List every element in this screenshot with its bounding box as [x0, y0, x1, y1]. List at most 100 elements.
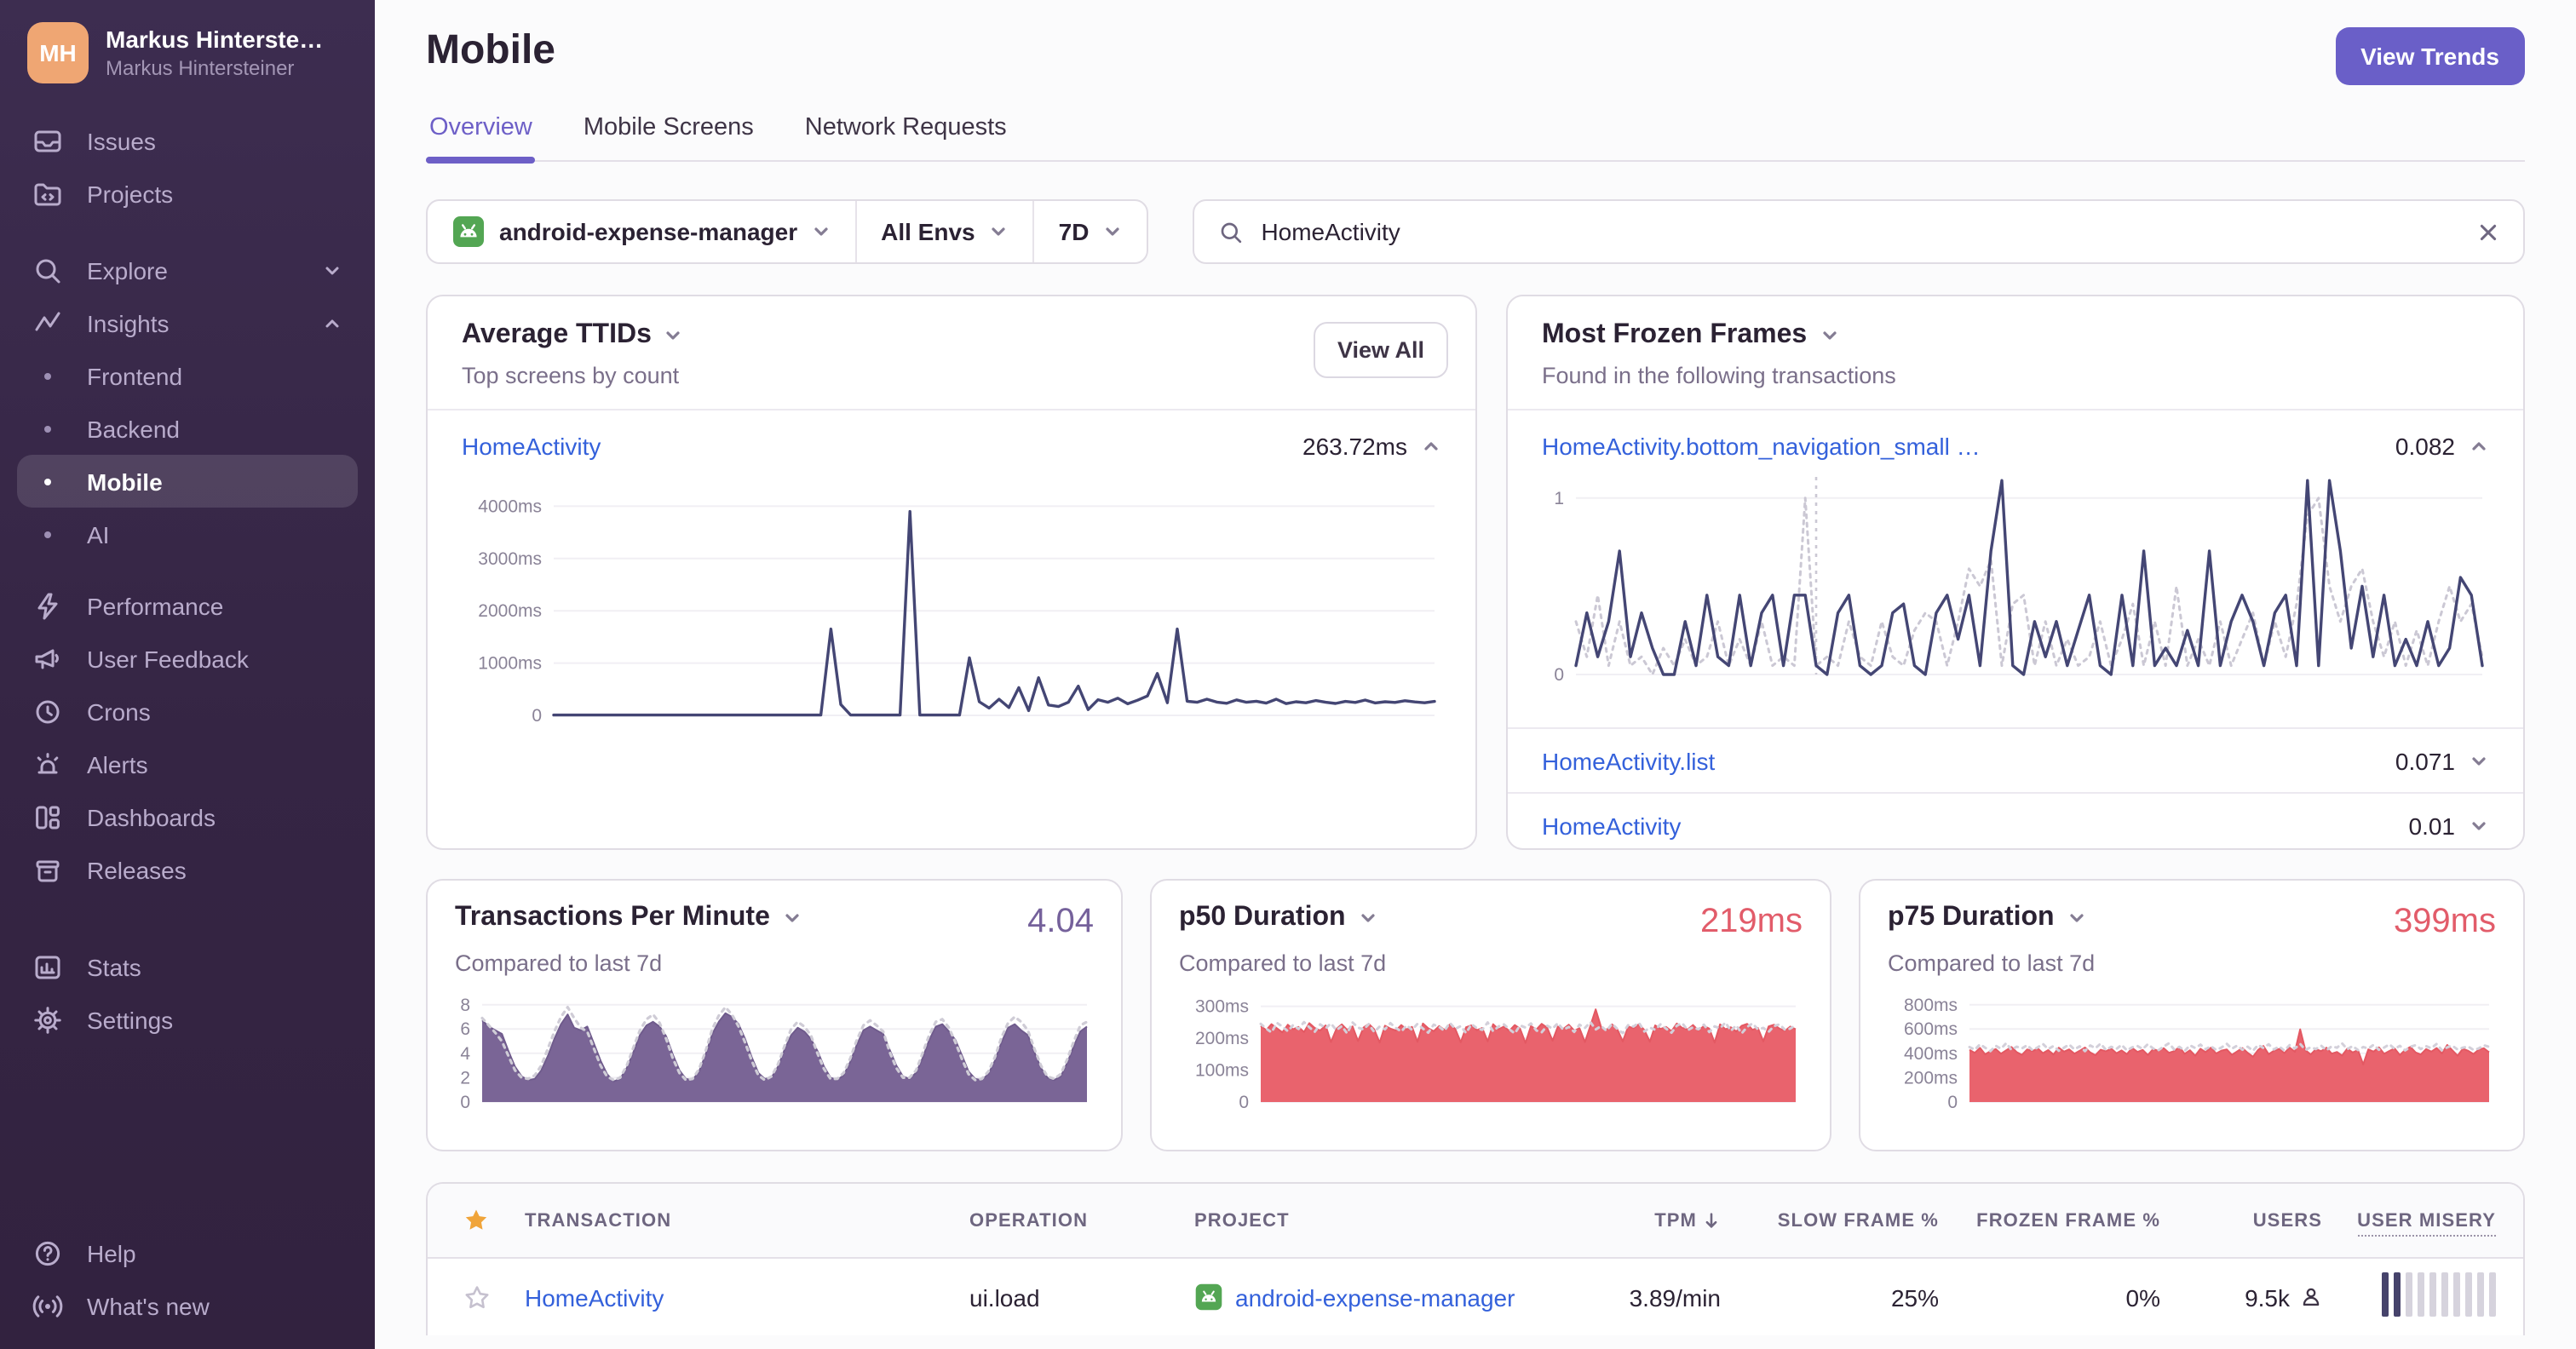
- project-selector[interactable]: android-expense-manager: [428, 201, 855, 262]
- svg-text:300ms: 300ms: [1195, 997, 1249, 1017]
- view-trends-button[interactable]: View Trends: [2335, 27, 2525, 85]
- column-header-slow-frame[interactable]: SLOW FRAME %: [1721, 1210, 1939, 1231]
- transaction-link[interactable]: HomeActivity: [462, 433, 601, 460]
- sidebar-item-label: Stats: [87, 953, 141, 980]
- column-header-operation[interactable]: OPERATION: [969, 1210, 1194, 1231]
- date-range-selector[interactable]: 7D: [1032, 201, 1147, 262]
- clock-icon: [32, 696, 63, 726]
- app-window: MH Markus Hintersteiner Markus Hinterste…: [0, 0, 2576, 1349]
- star-column-header[interactable]: [428, 1208, 525, 1233]
- sidebar-item-stats[interactable]: Stats: [17, 940, 358, 993]
- tpm-chart: 8 6 4 2 0: [455, 993, 1094, 1112]
- svg-text:0: 0: [1554, 665, 1564, 685]
- frozen-frames-value: 0.01: [2408, 812, 2456, 839]
- chevron-down-icon[interactable]: [782, 908, 802, 928]
- view-all-button[interactable]: View All: [1313, 322, 1448, 378]
- sidebar-item-issues[interactable]: Issues: [17, 114, 358, 167]
- environment-value: All Envs: [881, 218, 975, 245]
- sidebar-item-dashboards[interactable]: Dashboards: [17, 790, 358, 843]
- environment-selector[interactable]: All Envs: [855, 201, 1033, 262]
- sidebar-item-help[interactable]: Help: [17, 1226, 358, 1279]
- card-title: p50 Duration: [1179, 903, 1346, 932]
- project-cell: android-expense-manager: [1194, 1283, 1562, 1312]
- star-toggle[interactable]: [428, 1283, 525, 1311]
- sidebar-nav: Issues Projects Explore Insights Fronten…: [0, 107, 375, 1349]
- sidebar-item-performance[interactable]: Performance: [17, 579, 358, 632]
- sort-desc-icon: [1705, 1213, 1717, 1228]
- sidebar-item-label: Mobile: [87, 468, 163, 495]
- sidebar-item-user-feedback[interactable]: User Feedback: [17, 632, 358, 685]
- chevron-down-icon: [322, 260, 342, 280]
- svg-text:200ms: 200ms: [1904, 1068, 1958, 1088]
- p75-chart: 800ms 600ms 400ms 200ms 0: [1888, 993, 2496, 1112]
- frozen-frames-value: 0.082: [2395, 433, 2455, 460]
- transaction-link[interactable]: HomeActivity: [1542, 812, 1681, 839]
- p50-chart: 300ms 200ms 100ms 0: [1179, 993, 1803, 1112]
- android-project-icon: [1194, 1283, 1223, 1312]
- column-header-users[interactable]: USERS: [2160, 1210, 2322, 1231]
- p50-value: 219ms: [1699, 903, 1803, 940]
- user-misery-bar: [2322, 1272, 2496, 1317]
- sidebar-item-alerts[interactable]: Alerts: [17, 738, 358, 790]
- sidebar-item-mobile[interactable]: Mobile: [17, 455, 358, 508]
- transaction-link[interactable]: HomeActivity: [525, 1283, 664, 1311]
- sidebar-item-label: Explore: [87, 256, 168, 284]
- user-menu[interactable]: MH Markus Hintersteiner Markus Hinterste…: [0, 0, 375, 107]
- sidebar-item-label: Help: [87, 1239, 136, 1266]
- sidebar-item-label: AI: [87, 520, 110, 548]
- megaphone-icon: [32, 643, 63, 674]
- column-header-project[interactable]: PROJECT: [1194, 1210, 1562, 1231]
- sidebar-item-backend[interactable]: Backend: [17, 402, 358, 455]
- collapse-icon[interactable]: [1421, 436, 1441, 456]
- sidebar-item-settings[interactable]: Settings: [17, 993, 358, 1046]
- expand-icon[interactable]: [2469, 815, 2489, 835]
- transaction-link[interactable]: HomeActivity.bottom_navigation_small …: [1542, 433, 1981, 460]
- collapse-icon[interactable]: [2469, 436, 2489, 456]
- card-subtitle: Top screens by count: [462, 363, 680, 388]
- transaction-link[interactable]: HomeActivity.list: [1542, 747, 1715, 774]
- stats-icon: [32, 951, 63, 982]
- sidebar-item-label: Backend: [87, 415, 180, 442]
- sidebar-item-whats-new[interactable]: What's new: [17, 1279, 358, 1332]
- card-title: Average TTIDs: [462, 320, 652, 349]
- expand-icon[interactable]: [2469, 750, 2489, 771]
- page-title: Mobile: [426, 27, 555, 73]
- column-header-transaction[interactable]: TRANSACTION: [525, 1210, 969, 1231]
- sidebar-item-ai[interactable]: AI: [17, 508, 358, 560]
- chevron-down-icon[interactable]: [1358, 908, 1378, 928]
- android-project-icon: [451, 215, 486, 249]
- clear-search-icon[interactable]: [2477, 221, 2499, 243]
- column-header-frozen-frame[interactable]: FROZEN FRAME %: [1939, 1210, 2160, 1231]
- sidebar-item-label: Dashboards: [87, 803, 216, 830]
- svg-text:600ms: 600ms: [1904, 1019, 1958, 1039]
- projects-icon: [32, 178, 63, 209]
- project-link[interactable]: android-expense-manager: [1235, 1283, 1515, 1311]
- sidebar-item-explore[interactable]: Explore: [17, 244, 358, 296]
- sidebar-item-label: Frontend: [87, 362, 183, 389]
- lightning-icon: [32, 590, 63, 621]
- sidebar-item-crons[interactable]: Crons: [17, 685, 358, 738]
- chevron-down-icon[interactable]: [2067, 908, 2087, 928]
- p75-value: 399ms: [2393, 903, 2496, 940]
- users-count: 9.5k: [2245, 1283, 2290, 1311]
- chevron-down-icon[interactable]: [1819, 325, 1839, 346]
- tab-network-requests[interactable]: Network Requests: [802, 114, 1010, 160]
- search-icon: [1218, 219, 1244, 244]
- tab-overview[interactable]: Overview: [426, 114, 537, 164]
- sidebar-item-insights[interactable]: Insights: [17, 296, 358, 349]
- svg-text:2000ms: 2000ms: [478, 601, 542, 621]
- search-input[interactable]: HomeActivity: [1193, 199, 2525, 264]
- sidebar-item-label: Projects: [87, 180, 174, 207]
- card-title: Most Frozen Frames: [1542, 320, 1808, 349]
- sidebar-item-projects[interactable]: Projects: [17, 167, 358, 220]
- chevron-down-icon[interactable]: [664, 325, 684, 346]
- date-range-value: 7D: [1058, 218, 1090, 245]
- sidebar-item-releases[interactable]: Releases: [17, 843, 358, 896]
- column-header-user-misery[interactable]: USER MISERY: [2322, 1210, 2523, 1236]
- project-name: android-expense-manager: [499, 218, 798, 245]
- siren-icon: [32, 749, 63, 779]
- users-cell: 9.5k: [2160, 1283, 2322, 1311]
- sidebar-item-frontend[interactable]: Frontend: [17, 349, 358, 402]
- tab-mobile-screens[interactable]: Mobile Screens: [580, 114, 757, 160]
- column-header-tpm[interactable]: TPM: [1562, 1210, 1721, 1231]
